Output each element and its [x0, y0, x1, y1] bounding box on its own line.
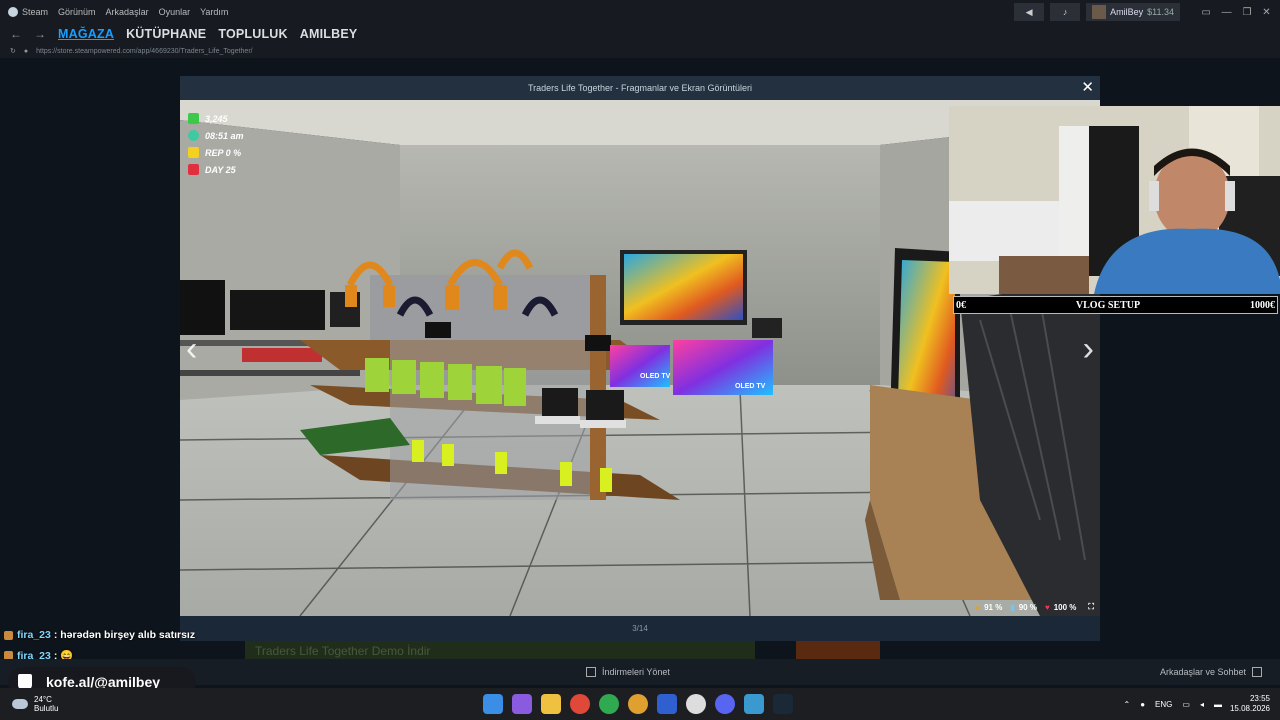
- hud-day: DAY 25: [188, 161, 244, 178]
- menu-games[interactable]: Oyunlar: [159, 7, 191, 17]
- language-indicator[interactable]: ENG: [1155, 700, 1172, 709]
- maximize-icon[interactable]: ❐: [1242, 7, 1251, 18]
- notifications-button[interactable]: ♪: [1050, 3, 1081, 21]
- oled-tv-label-2: OLED TV: [735, 383, 766, 390]
- manage-downloads-button[interactable]: İndirmeleri Yönet: [580, 667, 670, 677]
- tab-library[interactable]: KÜTÜPHANE: [126, 27, 206, 41]
- system-tray: ⌃ ● ENG ▭ ◂ ▬ 23:55 15.08.2026: [1123, 694, 1270, 714]
- calendar-icon: [188, 164, 199, 175]
- big-picture-icon[interactable]: ▭: [1201, 7, 1210, 18]
- webcam-overlay: [949, 106, 1280, 294]
- account-name: AmilBey: [1110, 7, 1144, 17]
- hud-rep: REP 0 %: [188, 144, 244, 161]
- previous-chevron-icon[interactable]: ‹: [186, 330, 197, 369]
- taskbar-apps: [483, 694, 802, 714]
- copilot-icon[interactable]: [512, 694, 532, 714]
- game-hud: 3,245 08:51 am REP 0 % DAY 25: [188, 110, 244, 178]
- burger-icon: ●: [975, 602, 981, 612]
- chrome-icon[interactable]: [628, 694, 648, 714]
- battery-icon[interactable]: ▬: [1214, 700, 1222, 709]
- download-icon: [586, 667, 596, 677]
- next-chevron-icon[interactable]: ›: [1083, 330, 1094, 369]
- microphone-icon[interactable]: ●: [1140, 700, 1145, 709]
- menu-steam[interactable]: Steam: [8, 7, 48, 17]
- main-nav: ← → MAĞAZA KÜTÜPHANE TOPLULUK AMILBEY: [0, 24, 1280, 44]
- top-right-controls: ◀ ♪ AmilBey $11.34 ▭ — ❐ ✕: [1014, 0, 1280, 24]
- menu-friends[interactable]: Arkadaşlar: [106, 7, 149, 17]
- close-icon[interactable]: ✕: [1081, 78, 1094, 96]
- bell-icon: ♪: [1062, 7, 1068, 17]
- chrome-icon[interactable]: [599, 694, 619, 714]
- oled-tv-label-1: OLED TV: [640, 373, 671, 380]
- discord-icon[interactable]: [715, 694, 735, 714]
- back-arrow-icon[interactable]: ←: [10, 27, 22, 41]
- star-icon: [188, 147, 199, 158]
- url-bar: ↻ ● https://store.steampowered.com/app/4…: [0, 44, 1280, 58]
- chat-message: fira_23: hərədən birşey alıb satırsız: [4, 629, 195, 641]
- url-text[interactable]: https://store.steampowered.com/app/46692…: [36, 48, 252, 55]
- minimize-icon[interactable]: —: [1222, 7, 1232, 18]
- windows-taskbar: 24°C Bulutlu ⌃ ● ENG ▭ ◂ ▬ 23:55 15.08.202…: [0, 688, 1280, 720]
- close-window-icon[interactable]: ✕: [1262, 7, 1270, 18]
- weather-widget[interactable]: 24°C Bulutlu: [12, 695, 58, 713]
- forward-arrow-icon[interactable]: →: [34, 27, 46, 41]
- network-icon[interactable]: ▭: [1182, 700, 1190, 709]
- hud-vitals: ● 91 % ▮ 90 % ♥ 100 % ⛶: [975, 602, 1094, 612]
- steam-icon[interactable]: [773, 694, 793, 714]
- hud-money: 3,245: [188, 110, 244, 127]
- avatar: [1092, 5, 1107, 19]
- menu-view[interactable]: Görünüm: [58, 7, 96, 17]
- chevron-up-icon[interactable]: ⌃: [1123, 700, 1130, 709]
- chat-badge-icon: [4, 630, 13, 640]
- tab-community[interactable]: TOPLULUK: [218, 27, 287, 41]
- megaphone-icon: ◀: [1025, 6, 1033, 17]
- screenshot-counter: 3/14: [632, 624, 648, 633]
- clock[interactable]: 23:55 15.08.2026: [1230, 694, 1270, 714]
- vlog-goal-bar: 0€ VLOG SETUP 1000€: [953, 296, 1278, 314]
- money-icon: [188, 113, 199, 124]
- tab-store[interactable]: MAĞAZA: [58, 27, 114, 41]
- windows-start-icon[interactable]: [483, 694, 503, 714]
- modal-title: Traders Life Together - Fragmanlar ve Ek…: [180, 76, 1100, 100]
- water-bottle-icon: ▮: [1010, 602, 1015, 612]
- friends-chat-button[interactable]: Arkadaşlar ve Sohbet: [1160, 667, 1268, 677]
- cloud-icon: [12, 699, 28, 709]
- app-icon[interactable]: [657, 694, 677, 714]
- clock-icon: [188, 130, 199, 141]
- app-icon[interactable]: [686, 694, 706, 714]
- account-menu[interactable]: AmilBey $11.34: [1086, 3, 1180, 21]
- photos-icon[interactable]: [744, 694, 764, 714]
- lock-icon: ●: [23, 47, 29, 55]
- webcam-illustration: [949, 106, 1280, 294]
- announcements-button[interactable]: ◀: [1014, 3, 1045, 21]
- chat-icon: [1252, 667, 1262, 677]
- wallet-balance: $11.34: [1147, 7, 1174, 17]
- reload-icon[interactable]: ↻: [10, 47, 16, 55]
- hud-time: 08:51 am: [188, 127, 244, 144]
- volume-icon[interactable]: ◂: [1200, 700, 1204, 709]
- menu-help[interactable]: Yardım: [200, 7, 228, 17]
- steam-logo-icon: [8, 7, 18, 17]
- chrome-icon[interactable]: [570, 694, 590, 714]
- fullscreen-icon[interactable]: ⛶: [1088, 602, 1094, 612]
- heart-icon: ♥: [1044, 602, 1050, 612]
- window-controls: ▭ — ❐ ✕: [1196, 7, 1276, 18]
- file-explorer-icon[interactable]: [541, 694, 561, 714]
- tab-profile[interactable]: AMILBEY: [300, 27, 358, 41]
